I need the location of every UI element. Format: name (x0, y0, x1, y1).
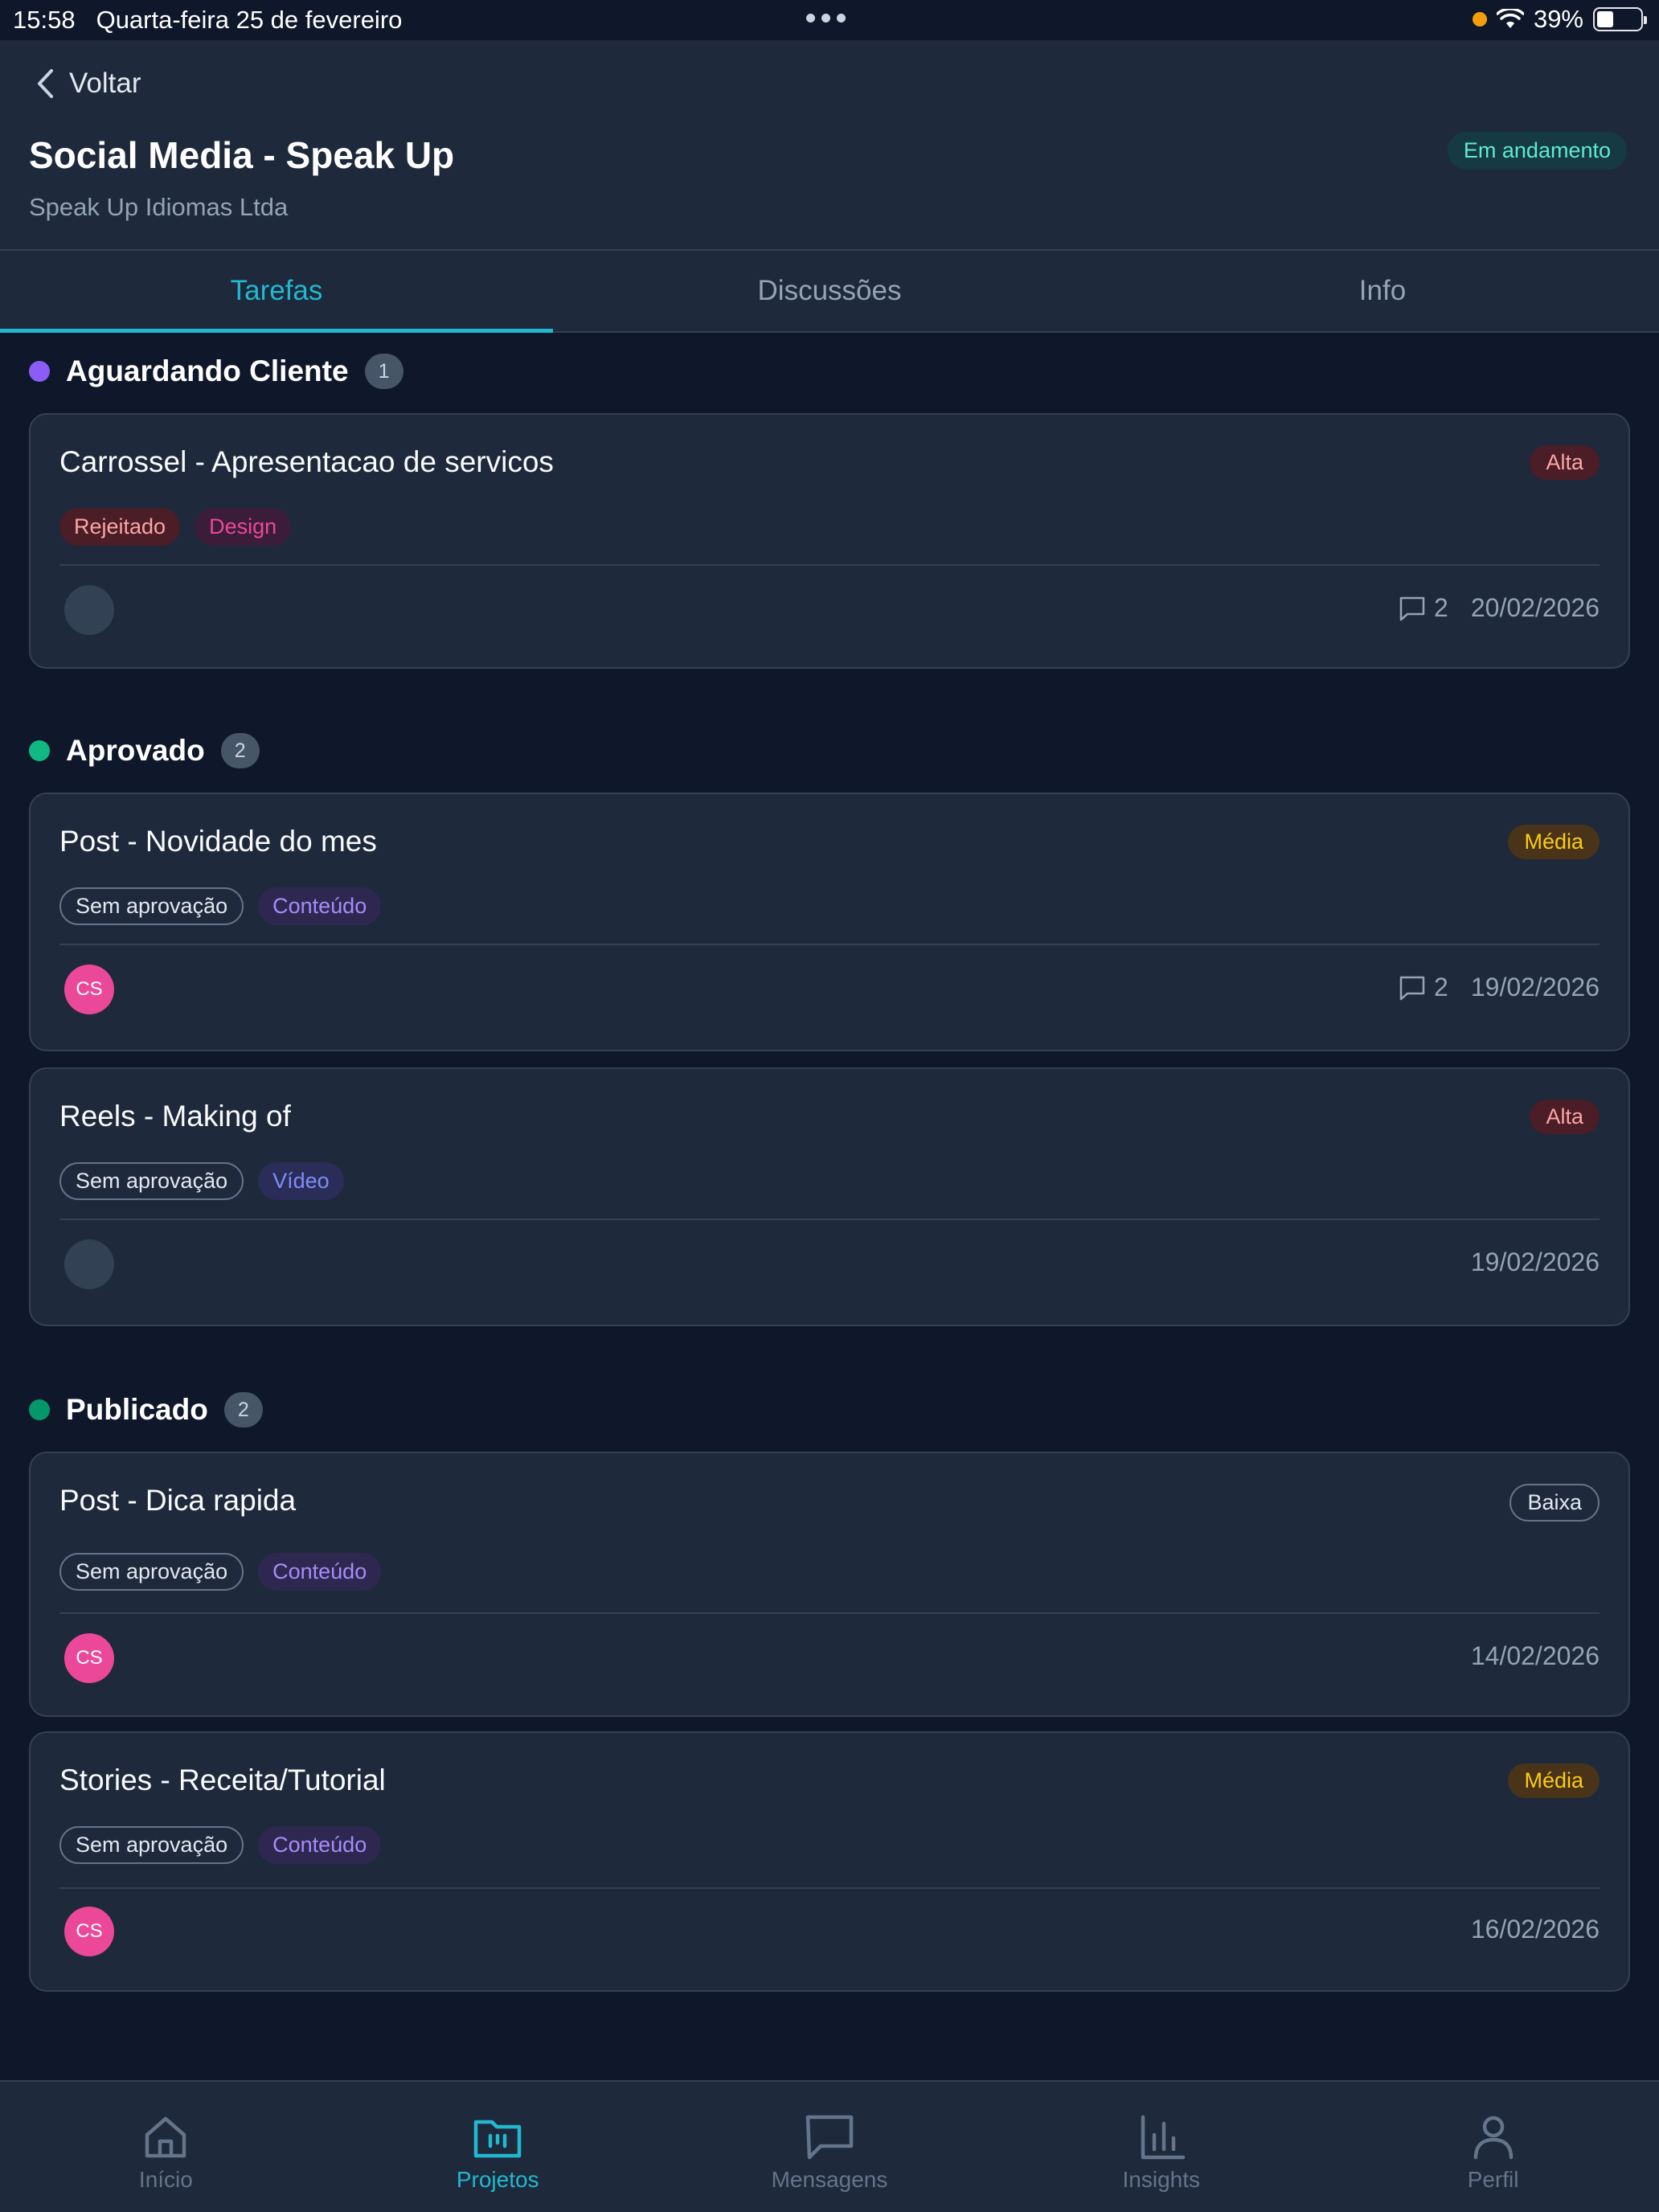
task-title: Reels - Making of (59, 1100, 291, 1133)
nav-label: Início (138, 2167, 193, 2192)
task-card[interactable]: Stories - Receita/Tutorial Média Sem apr… (29, 1731, 1630, 1992)
priority-badge: Baixa (1509, 1484, 1600, 1522)
card-divider (59, 1612, 1600, 1614)
group-header: Publicado 2 (29, 1392, 263, 1428)
task-title: Stories - Receita/Tutorial (59, 1763, 386, 1796)
approval-tag: Sem aprovação (59, 1162, 244, 1200)
card-divider (59, 1887, 1600, 1889)
priority-badge: Média (1508, 1763, 1600, 1798)
due-date: 14/02/2026 (1470, 1641, 1600, 1670)
approval-tag: Sem aprovação (59, 1553, 244, 1591)
group-status-dot (29, 1399, 50, 1420)
nav-perfil[interactable]: Perfil (1327, 2082, 1659, 2212)
status-date: Quarta-feira 25 de fevereiro (96, 6, 403, 34)
priority-badge: Média (1508, 825, 1600, 859)
battery-icon (1593, 7, 1647, 31)
group-title: Aprovado (66, 734, 205, 767)
tab-bar: Tarefas Discussões Info (0, 249, 1659, 333)
due-date: 16/02/2026 (1470, 1915, 1600, 1944)
approval-tag: Rejeitado (59, 508, 181, 546)
nav-mensagens[interactable]: Mensagens (664, 2082, 996, 2212)
nav-inicio[interactable]: Início (0, 2082, 332, 2212)
nav-label: Insights (1122, 2167, 1201, 2192)
status-time: 15:58 (13, 6, 76, 34)
user-icon (1473, 2116, 1513, 2160)
category-tag: Design (195, 508, 292, 546)
back-button[interactable]: Voltar (35, 68, 141, 100)
due-date: 20/02/2026 (1470, 593, 1600, 622)
group-title: Aguardando Cliente (66, 354, 349, 387)
chevron-left-icon (38, 69, 53, 98)
task-card[interactable]: Post - Dica rapida Baixa Sem aprovação C… (29, 1452, 1630, 1717)
due-date: 19/02/2026 (1470, 973, 1600, 1002)
task-title: Carrossel - Apresentacao de servicos (59, 445, 554, 478)
avatar: CS (64, 1907, 114, 1956)
comment-icon (1399, 976, 1425, 1000)
mic-indicator-icon (1472, 12, 1487, 27)
avatar (64, 585, 114, 635)
task-card[interactable]: Reels - Making of Alta Sem aprovação Víd… (29, 1067, 1630, 1326)
group-header: Aprovado 2 (29, 733, 260, 768)
group-count-badge: 1 (364, 354, 403, 389)
group-status-dot (29, 361, 50, 382)
group-header: Aguardando Cliente 1 (29, 354, 403, 389)
comment-count-value: 2 (1434, 593, 1448, 622)
group-count-badge: 2 (223, 1392, 263, 1428)
task-title: Post - Novidade do mes (59, 825, 377, 858)
category-tag: Conteúdo (258, 887, 382, 925)
tab-discussoes[interactable]: Discussões (553, 251, 1106, 331)
back-label: Voltar (69, 68, 141, 99)
task-title: Post - Dica rapida (59, 1484, 297, 1517)
priority-badge: Alta (1530, 1100, 1600, 1134)
group-status-dot (29, 740, 50, 761)
folder-icon (473, 2120, 522, 2158)
category-tag: Conteúdo (258, 1826, 382, 1864)
bottom-nav: Início Projetos Mensagens Insights Perfi… (0, 2080, 1659, 2212)
comment-count: 2 (1399, 593, 1448, 623)
status-bar: 15:58 Quarta-feira 25 de fevereiro 39% (0, 0, 1659, 40)
client-name: Speak Up Idiomas Ltda (29, 193, 289, 221)
avatar: CS (64, 1633, 114, 1683)
multitask-dots-icon[interactable] (806, 14, 846, 23)
group-title: Publicado (66, 1393, 208, 1426)
nav-insights[interactable]: Insights (995, 2082, 1327, 2212)
nav-label: Mensagens (771, 2167, 888, 2192)
tab-tarefas[interactable]: Tarefas (0, 251, 553, 333)
card-divider (59, 1219, 1600, 1220)
card-divider (59, 564, 1600, 566)
avatar: CS (64, 965, 114, 1014)
home-icon (145, 2116, 186, 2158)
avatar (64, 1239, 114, 1289)
tab-info[interactable]: Info (1106, 251, 1659, 331)
project-header: Voltar Social Media - Speak Up Speak Up … (0, 40, 1659, 249)
category-tag: Vídeo (258, 1162, 344, 1200)
task-card[interactable]: Post - Novidade do mes Média Sem aprovaç… (29, 793, 1630, 1051)
task-card[interactable]: Carrossel - Apresentacao de servicos Alt… (29, 413, 1630, 669)
category-tag: Conteúdo (258, 1553, 382, 1591)
group-count-badge: 2 (220, 733, 260, 768)
comment-count: 2 (1399, 973, 1448, 1002)
battery-percent: 39% (1533, 5, 1583, 33)
nav-label: Perfil (1467, 2167, 1519, 2192)
status-badge: Em andamento (1447, 132, 1627, 170)
priority-badge: Alta (1530, 445, 1600, 480)
page-title: Social Media - Speak Up (29, 134, 455, 176)
chart-icon (1141, 2115, 1185, 2160)
due-date: 19/02/2026 (1470, 1247, 1600, 1276)
wifi-icon (1496, 9, 1524, 28)
approval-tag: Sem aprovação (59, 1826, 244, 1864)
message-icon (805, 2115, 854, 2160)
nav-projetos[interactable]: Projetos (332, 2082, 664, 2212)
comment-count-value: 2 (1434, 973, 1448, 1002)
card-divider (59, 944, 1600, 945)
nav-label: Projetos (456, 2167, 539, 2192)
comment-icon (1399, 596, 1425, 621)
approval-tag: Sem aprovação (59, 887, 244, 925)
